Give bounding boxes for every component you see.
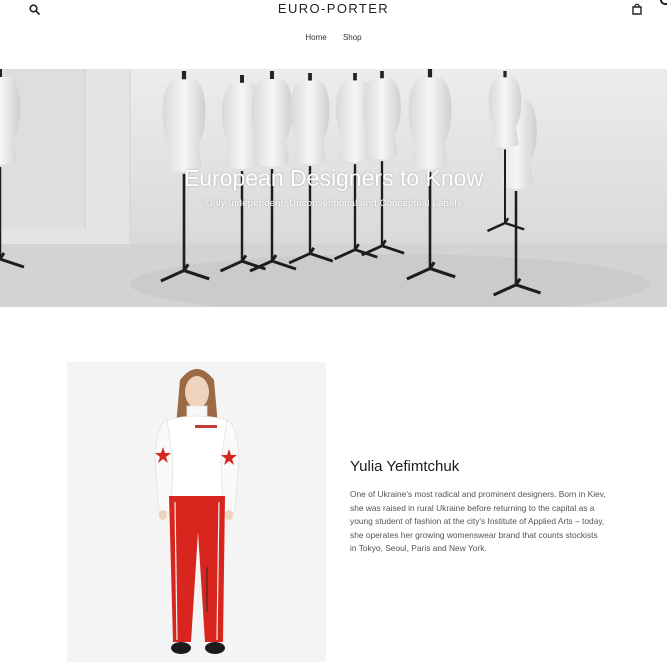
designer-name[interactable]: Yulia Yefimtchuk — [350, 458, 459, 475]
cart-icon[interactable] — [630, 2, 644, 16]
main-nav: Home Shop — [0, 33, 667, 42]
hero-subtitle: Only Independent, Unconventional and Con… — [205, 198, 462, 209]
designer-bio: One of Ukraine's most radical and promin… — [350, 489, 606, 554]
hero-banner: European Designers to Know Only Independ… — [0, 69, 667, 307]
designer-photo[interactable] — [67, 362, 326, 662]
model-illustration — [67, 362, 326, 662]
hero-title: European Designers to Know — [183, 165, 484, 191]
nav-item-shop[interactable]: Shop — [343, 33, 362, 42]
site-header: EURO-PORTER Home Shop — [0, 0, 667, 69]
site-logo[interactable]: EURO-PORTER — [0, 1, 667, 16]
nav-item-home[interactable]: Home — [305, 33, 326, 42]
